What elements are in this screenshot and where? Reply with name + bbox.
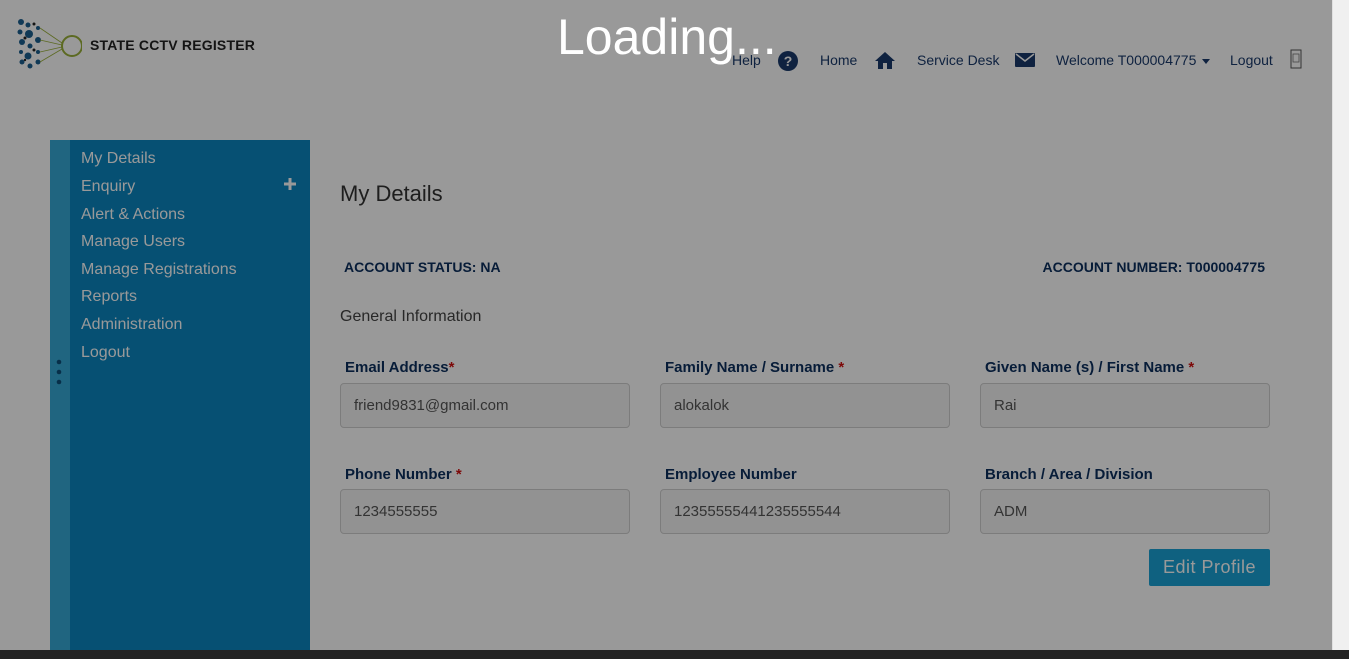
loading-text: Loading... — [557, 9, 777, 65]
bottom-bar — [0, 650, 1349, 659]
vertical-scrollbar[interactable] — [1332, 0, 1349, 659]
loading-overlay: Loading... — [0, 0, 1332, 650]
